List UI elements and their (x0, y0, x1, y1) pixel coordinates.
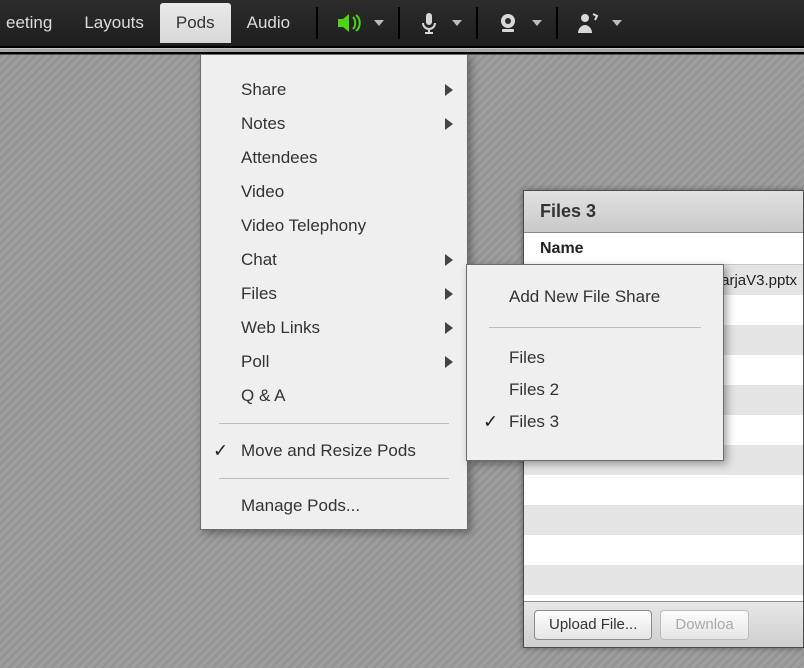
menu-label: Files 2 (509, 380, 559, 399)
pods-move-resize[interactable]: ✓ Move and Resize Pods (201, 434, 467, 468)
pods-web-links[interactable]: Web Links (201, 311, 467, 345)
menu-label: Q & A (241, 386, 285, 406)
checkmark-icon: ✓ (213, 441, 228, 462)
raise-hand-dropdown-caret[interactable] (608, 20, 626, 26)
menubar-divider (398, 7, 400, 39)
webcam-button[interactable] (490, 6, 526, 40)
menu-label: Video (241, 182, 284, 202)
pods-attendees[interactable]: Attendees (201, 141, 467, 175)
pod-footer: Upload File... Downloa (524, 601, 803, 647)
menu-label: Manage Pods... (241, 496, 360, 516)
pods-files[interactable]: Files (201, 277, 467, 311)
files-add-new[interactable]: Add New File Share (467, 281, 723, 313)
submenu-arrow-icon (445, 356, 453, 368)
menu-meeting[interactable]: eeting (4, 3, 68, 43)
webcam-dropdown-caret[interactable] (528, 20, 546, 26)
menu-label: Video Telephony (241, 216, 366, 236)
pods-poll[interactable]: Poll (201, 345, 467, 379)
menu-separator (219, 478, 449, 479)
menu-label: Poll (241, 352, 269, 372)
pods-notes[interactable]: Notes (201, 107, 467, 141)
upload-file-button[interactable]: Upload File... (534, 610, 652, 640)
pod-titlebar[interactable]: Files 3 (524, 191, 803, 233)
files-instance-files2[interactable]: Files 2 (467, 374, 723, 406)
menu-label: Files (241, 284, 277, 304)
column-header-name[interactable]: Name (524, 233, 803, 265)
menu-label: Attendees (241, 148, 318, 168)
submenu-arrow-icon (445, 118, 453, 130)
raise-hand-icon (576, 11, 600, 35)
files-instance-files[interactable]: Files (467, 342, 723, 374)
files-instance-files3[interactable]: ✓ Files 3 (467, 406, 723, 438)
raise-hand-button[interactable] (570, 6, 606, 40)
pods-share[interactable]: Share (201, 73, 467, 107)
menu-label: Files 3 (509, 412, 559, 431)
menubar-divider (476, 7, 478, 39)
mic-icon (418, 11, 440, 35)
menu-label: Chat (241, 250, 277, 270)
submenu-arrow-icon (445, 254, 453, 266)
submenu-arrow-icon (445, 322, 453, 334)
pods-video-telephony[interactable]: Video Telephony (201, 209, 467, 243)
menu-label: Web Links (241, 318, 320, 338)
menu-layouts[interactable]: Layouts (68, 3, 160, 43)
submenu-arrow-icon (445, 84, 453, 96)
file-row[interactable] (524, 505, 803, 535)
pods-dropdown: Share Notes Attendees Video Video Teleph… (200, 54, 468, 530)
menu-pods[interactable]: Pods (160, 3, 231, 43)
menubar-divider (316, 7, 318, 39)
files-submenu: Add New File Share Files Files 2 ✓ Files … (466, 264, 724, 461)
menu-separator (219, 423, 449, 424)
file-row[interactable] (524, 565, 803, 595)
menubar-divider (556, 7, 558, 39)
file-row[interactable] (524, 475, 803, 505)
mic-dropdown-caret[interactable] (448, 20, 466, 26)
menubar: eeting Layouts Pods Audio (0, 0, 804, 48)
download-file-button: Downloa (660, 610, 748, 640)
submenu-arrow-icon (445, 288, 453, 300)
pods-video[interactable]: Video (201, 175, 467, 209)
menu-label: Files (509, 348, 545, 367)
menu-label: Notes (241, 114, 285, 134)
pods-qa[interactable]: Q & A (201, 379, 467, 413)
mic-button[interactable] (412, 6, 446, 40)
menu-label: Share (241, 80, 286, 100)
menu-audio[interactable]: Audio (231, 3, 306, 43)
webcam-icon (496, 12, 520, 34)
speaker-button[interactable] (330, 6, 368, 40)
column-header-label: Name (540, 240, 584, 258)
pod-title-text: Files 3 (540, 201, 596, 222)
menu-label: Move and Resize Pods (241, 441, 416, 461)
speaker-icon (336, 12, 362, 34)
file-row[interactable] (524, 535, 803, 565)
speaker-dropdown-caret[interactable] (370, 20, 388, 26)
menu-separator (489, 327, 701, 328)
menu-label: Add New File Share (509, 287, 660, 306)
pods-chat[interactable]: Chat (201, 243, 467, 277)
checkmark-icon: ✓ (483, 412, 498, 433)
pods-manage[interactable]: Manage Pods... (201, 489, 467, 523)
